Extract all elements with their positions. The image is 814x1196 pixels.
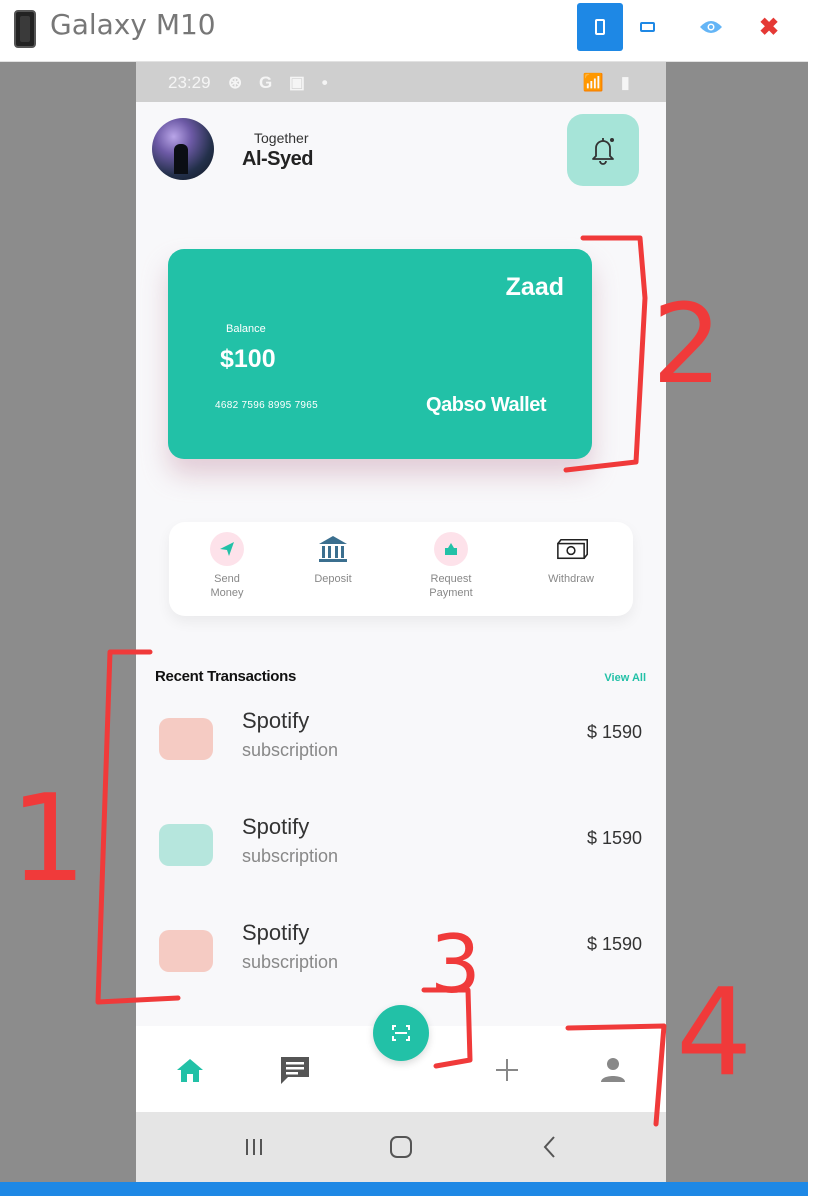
home-icon: [177, 1059, 203, 1082]
transaction-icon: [159, 718, 213, 760]
transaction-sub: subscription: [242, 846, 339, 866]
transaction-amount: $ 1590: [586, 934, 642, 954]
balance-value: $100: [220, 345, 276, 373]
send-money-action[interactable]: Send Money: [177, 532, 277, 600]
portrait-icon: [595, 19, 605, 35]
greeting-text: Together: [254, 130, 309, 146]
transaction-name: Spotify: [242, 814, 310, 839]
request-payment-action[interactable]: Request Payment: [401, 532, 501, 600]
notification-button[interactable]: [567, 114, 639, 186]
home-circle-icon: [390, 1136, 412, 1158]
close-button[interactable]: ✖: [746, 3, 792, 51]
transaction-amount: $ 1590: [586, 828, 642, 848]
transaction-amount: $ 1590: [586, 722, 642, 742]
avatar[interactable]: [152, 118, 214, 180]
status-bar: 23:29 ⊛ G ▣ • 📶 ▮: [136, 62, 666, 102]
card-number: 4682 7596 8995 7965: [215, 400, 319, 411]
recent-apps-button[interactable]: [234, 1130, 274, 1164]
request-icon: [434, 532, 468, 566]
wallet-card[interactable]: Zaad Balance $100 4682 7596 8995 7965 Qa…: [168, 249, 592, 459]
nav-add[interactable]: [487, 1050, 527, 1090]
transaction-row[interactable]: Spotify subscription $ 1590: [136, 814, 666, 894]
back-button[interactable]: [530, 1130, 570, 1164]
status-time: 23:29: [168, 73, 211, 92]
transaction-name: Spotify: [242, 708, 310, 733]
home-button[interactable]: [381, 1130, 421, 1164]
nav-profile[interactable]: [593, 1050, 633, 1090]
transaction-row[interactable]: Spotify subscription $ 1590: [136, 920, 666, 1000]
emulator-titlebar: Galaxy M10 ✖: [0, 0, 808, 62]
withdraw-action[interactable]: Withdraw: [521, 532, 621, 586]
window-edge: [808, 0, 814, 1196]
transaction-row[interactable]: Spotify subscription $ 1590: [136, 708, 666, 788]
send-money-label: Send Money: [210, 573, 244, 599]
plus-icon: [496, 1059, 518, 1081]
recent-transactions-title: Recent Transactions: [155, 668, 297, 685]
card-brand: Zaad: [505, 273, 564, 301]
deposit-action[interactable]: Deposit: [283, 532, 383, 586]
landscape-icon: [639, 22, 655, 32]
phone-screen: 23:29 ⊛ G ▣ • 📶 ▮ Together Al-Syed Zaad …: [136, 62, 666, 1182]
annotation-number-1: 1: [10, 770, 86, 909]
balance-label: Balance: [226, 323, 266, 335]
person-icon: [601, 1058, 625, 1082]
landscape-mode-button[interactable]: [624, 3, 670, 51]
nav-messages[interactable]: [275, 1050, 315, 1090]
nav-home[interactable]: [170, 1050, 210, 1090]
status-left-icons: ⊛ G ▣ •: [228, 73, 334, 92]
bell-icon: [592, 138, 614, 165]
transaction-name: Spotify: [242, 920, 310, 945]
chat-icon: [281, 1057, 309, 1084]
transaction-sub: subscription: [242, 952, 339, 972]
system-nav-bar: [136, 1112, 666, 1182]
eye-icon: [700, 21, 722, 33]
transaction-sub: subscription: [242, 740, 339, 760]
status-right-icons: 📶 ▮: [582, 73, 636, 92]
cash-icon: [554, 532, 588, 566]
scan-icon: [392, 1025, 410, 1041]
scan-fab-button[interactable]: [373, 1005, 429, 1061]
phone-device-icon: [14, 10, 36, 48]
annotation-number-4: 4: [676, 964, 752, 1103]
withdraw-label: Withdraw: [548, 573, 594, 585]
request-payment-label: Request Payment: [429, 573, 473, 599]
recent-apps-icon: [246, 1139, 262, 1155]
view-all-link[interactable]: View All: [604, 672, 646, 684]
transaction-icon: [159, 824, 213, 866]
transaction-icon: [159, 930, 213, 972]
bank-icon: [316, 532, 350, 566]
back-chevron-icon: [543, 1136, 555, 1158]
quick-actions: Send Money Deposit Request Payment Withd…: [169, 522, 633, 616]
window-title: Galaxy M10: [50, 8, 216, 41]
wallet-name: Qabso Wallet: [426, 394, 546, 416]
window-bottom-bar: [0, 1182, 808, 1196]
user-name: Al-Syed: [242, 148, 313, 170]
portrait-mode-button[interactable]: [577, 3, 623, 51]
preview-eye-button[interactable]: [688, 3, 734, 51]
deposit-label: Deposit: [314, 573, 352, 585]
close-icon: ✖: [758, 13, 780, 41]
send-icon: [210, 532, 244, 566]
